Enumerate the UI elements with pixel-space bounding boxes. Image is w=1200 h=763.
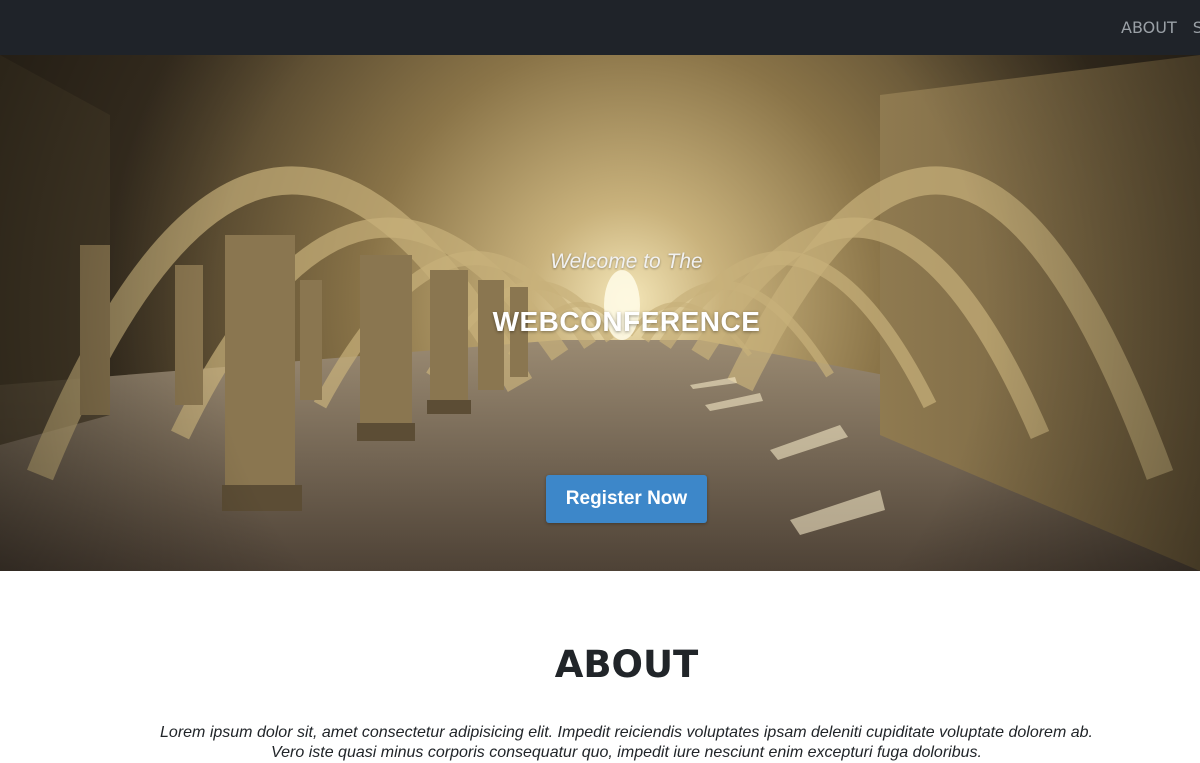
nav-links: ABOUT S	[1121, 0, 1200, 55]
nav-link-about[interactable]: ABOUT	[1121, 18, 1177, 37]
hero-subtitle: Welcome to The	[550, 250, 703, 273]
about-text-line-1: Lorem ipsum dolor sit, amet consectetur …	[160, 724, 1093, 741]
hero-title: WEBCONFERENCE	[492, 306, 761, 337]
about-text-line-2: Vero iste quasi minus corporis consequat…	[271, 744, 982, 761]
about-heading: ABOUT	[554, 643, 699, 686]
hero-section: Welcome to The WEBCONFERENCE Register No…	[0, 55, 1200, 571]
register-now-button[interactable]: Register Now	[546, 475, 707, 523]
about-paragraph: Lorem ipsum dolor sit, amet consectetur …	[100, 723, 1153, 763]
top-navbar: ABOUT S	[0, 0, 1200, 55]
nav-link-s[interactable]: S	[1193, 18, 1200, 37]
